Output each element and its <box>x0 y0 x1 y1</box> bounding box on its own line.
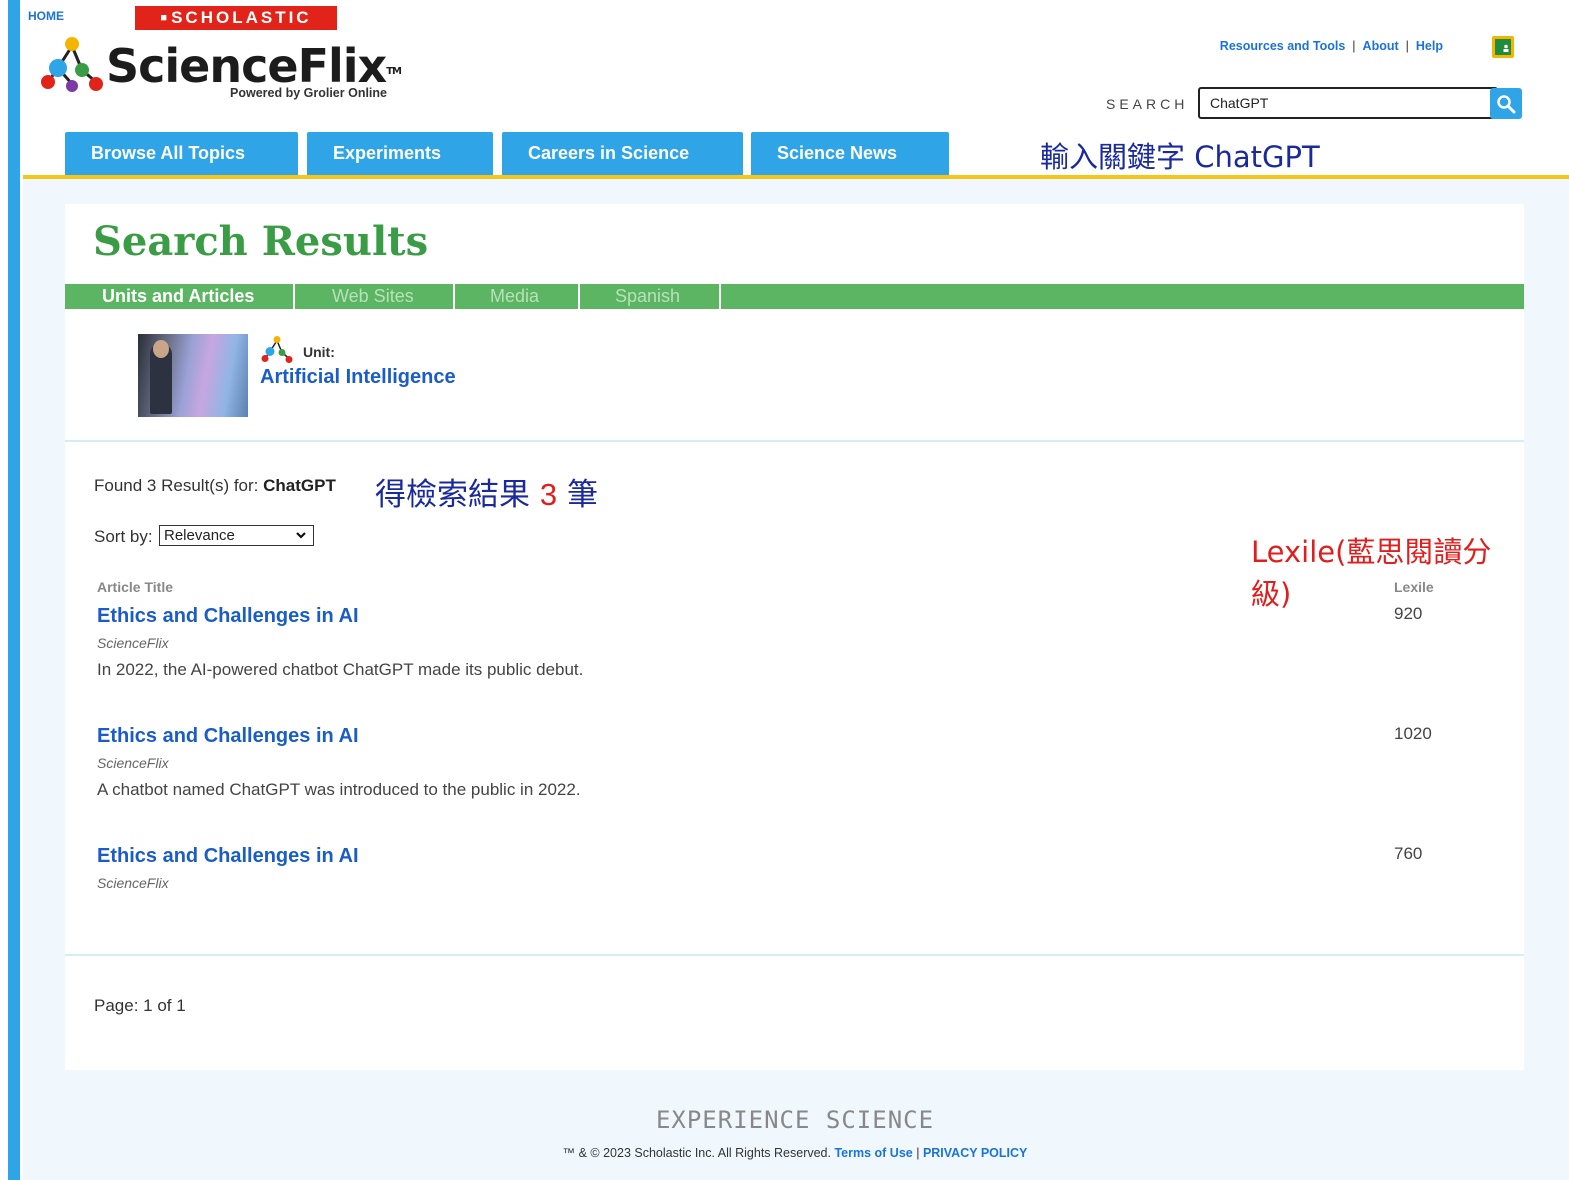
annotation-count-prefix: 得檢索結果 <box>375 477 540 513</box>
search-button[interactable] <box>1490 88 1522 119</box>
classroom-icon-board <box>1495 39 1511 55</box>
sort-select[interactable]: Relevance <box>159 525 314 546</box>
result-source: ScienceFlix <box>97 635 169 651</box>
about-link[interactable]: About <box>1363 39 1399 53</box>
unit-link-artificial-intelligence[interactable]: Artificial Intelligence <box>260 366 456 389</box>
unit-label: Unit: <box>303 344 335 360</box>
annotation-lexile: Lexile(藍思閱讀分級) <box>1251 535 1492 611</box>
sort-label: Sort by: <box>94 527 153 546</box>
scienceflix-wordmark[interactable]: ScienceFlixTM <box>106 39 402 93</box>
link-separator: | <box>1405 39 1409 53</box>
result-source: ScienceFlix <box>97 755 169 771</box>
search-input[interactable] <box>1198 87 1498 119</box>
experience-science-tagline: EXPERIENCE SCIENCE <box>655 1106 935 1134</box>
result-lexile: 920 <box>1394 604 1423 623</box>
scholastic-book-icon: ■ <box>160 12 168 24</box>
result-source: ScienceFlix <box>97 875 169 891</box>
subtab-media[interactable]: Media <box>455 284 580 309</box>
footer-copyright: ™ & © 2023 Scholastic Inc. All Rights Re… <box>562 1146 835 1160</box>
search-icon <box>1497 95 1516 114</box>
privacy-policy-link[interactable]: PRIVACY POLICY <box>923 1146 1027 1160</box>
top-links: Resources and Tools | About | Help <box>1220 39 1443 53</box>
subtab-bar: Units and Articles Web Sites Media Spani… <box>65 284 1524 309</box>
terms-of-use-link[interactable]: Terms of Use <box>834 1146 912 1160</box>
left-accent-bar <box>8 0 20 1180</box>
result-title-link[interactable]: Ethics and Challenges in AI <box>97 605 359 627</box>
logo-trademark: TM <box>386 66 402 77</box>
result-lexile: 1020 <box>1394 724 1432 743</box>
column-header-article-title: Article Title <box>97 579 173 595</box>
subtab-web-sites[interactable]: Web Sites <box>295 284 455 309</box>
pagination-info: Page: 1 of 1 <box>94 996 186 1015</box>
page: HOME ■ SCHOLASTIC ScienceFlixTM Powered … <box>20 0 1569 1180</box>
tab-careers-in-science[interactable]: Careers in Science <box>502 132 743 175</box>
unit-thumbnail[interactable] <box>138 334 248 417</box>
footer-separator: | <box>912 1146 923 1160</box>
section-divider <box>65 440 1524 442</box>
result-snippet: A chatbot named ChatGPT was introduced t… <box>97 780 581 799</box>
section-divider <box>65 954 1524 956</box>
results-panel: Search Results Units and Articles Web Si… <box>65 204 1524 1070</box>
footer: ™ & © 2023 Scholastic Inc. All Rights Re… <box>540 1146 1050 1160</box>
annotation-keyword: 輸入關鍵字 ChatGPT <box>1040 140 1320 174</box>
result-item: Ethics and Challenges in AI ScienceFlix … <box>97 724 1457 800</box>
subtab-units-and-articles[interactable]: Units and Articles <box>65 284 295 309</box>
home-link[interactable]: HOME <box>28 9 64 23</box>
classroom-person-icon <box>1503 44 1509 52</box>
logo-tagline: Powered by Grolier Online <box>230 86 387 100</box>
page-title: Search Results <box>93 218 429 265</box>
sort-select-value: Relevance <box>164 527 235 544</box>
resources-link[interactable]: Resources and Tools <box>1220 39 1346 53</box>
help-link[interactable]: Help <box>1416 39 1443 53</box>
result-item: Ethics and Challenges in AI ScienceFlix … <box>97 604 1457 680</box>
tab-science-news[interactable]: Science News <box>751 132 949 175</box>
subtab-spanish[interactable]: Spanish <box>580 284 721 309</box>
annotation-count-number: 3 <box>539 477 558 512</box>
link-separator: | <box>1352 39 1356 53</box>
result-lexile: 760 <box>1394 844 1423 863</box>
result-title-link[interactable]: Ethics and Challenges in AI <box>97 725 359 747</box>
google-classroom-icon[interactable] <box>1492 36 1514 58</box>
scholastic-logo-text: SCHOLASTIC <box>171 8 312 27</box>
result-title-link[interactable]: Ethics and Challenges in AI <box>97 845 359 867</box>
results-count: Found 3 Result(s) for: ChatGPT <box>94 476 336 496</box>
chevron-down-icon <box>296 532 306 539</box>
annotation-count: 得檢索結果 3 筆 <box>375 469 598 514</box>
tab-browse-all-topics[interactable]: Browse All Topics <box>65 132 298 175</box>
scienceflix-molecule-icon[interactable] <box>38 34 106 96</box>
annotation-count-suffix: 筆 <box>557 477 598 513</box>
scholastic-logo[interactable]: ■ SCHOLASTIC <box>135 6 337 30</box>
tab-experiments[interactable]: Experiments <box>307 132 493 175</box>
result-snippet: In 2022, the AI-powered chatbot ChatGPT … <box>97 660 584 679</box>
result-item: Ethics and Challenges in AI ScienceFlix … <box>97 844 1457 891</box>
results-count-prefix: Found 3 Result(s) for: <box>94 476 264 495</box>
logo-name: ScienceFlix <box>106 39 387 93</box>
unit-molecule-icon <box>261 336 293 363</box>
results-query: ChatGPT <box>263 476 336 495</box>
thumbnail-head <box>153 340 169 358</box>
column-header-lexile: Lexile <box>1394 579 1434 595</box>
search-label: SEARCH <box>1106 96 1189 112</box>
